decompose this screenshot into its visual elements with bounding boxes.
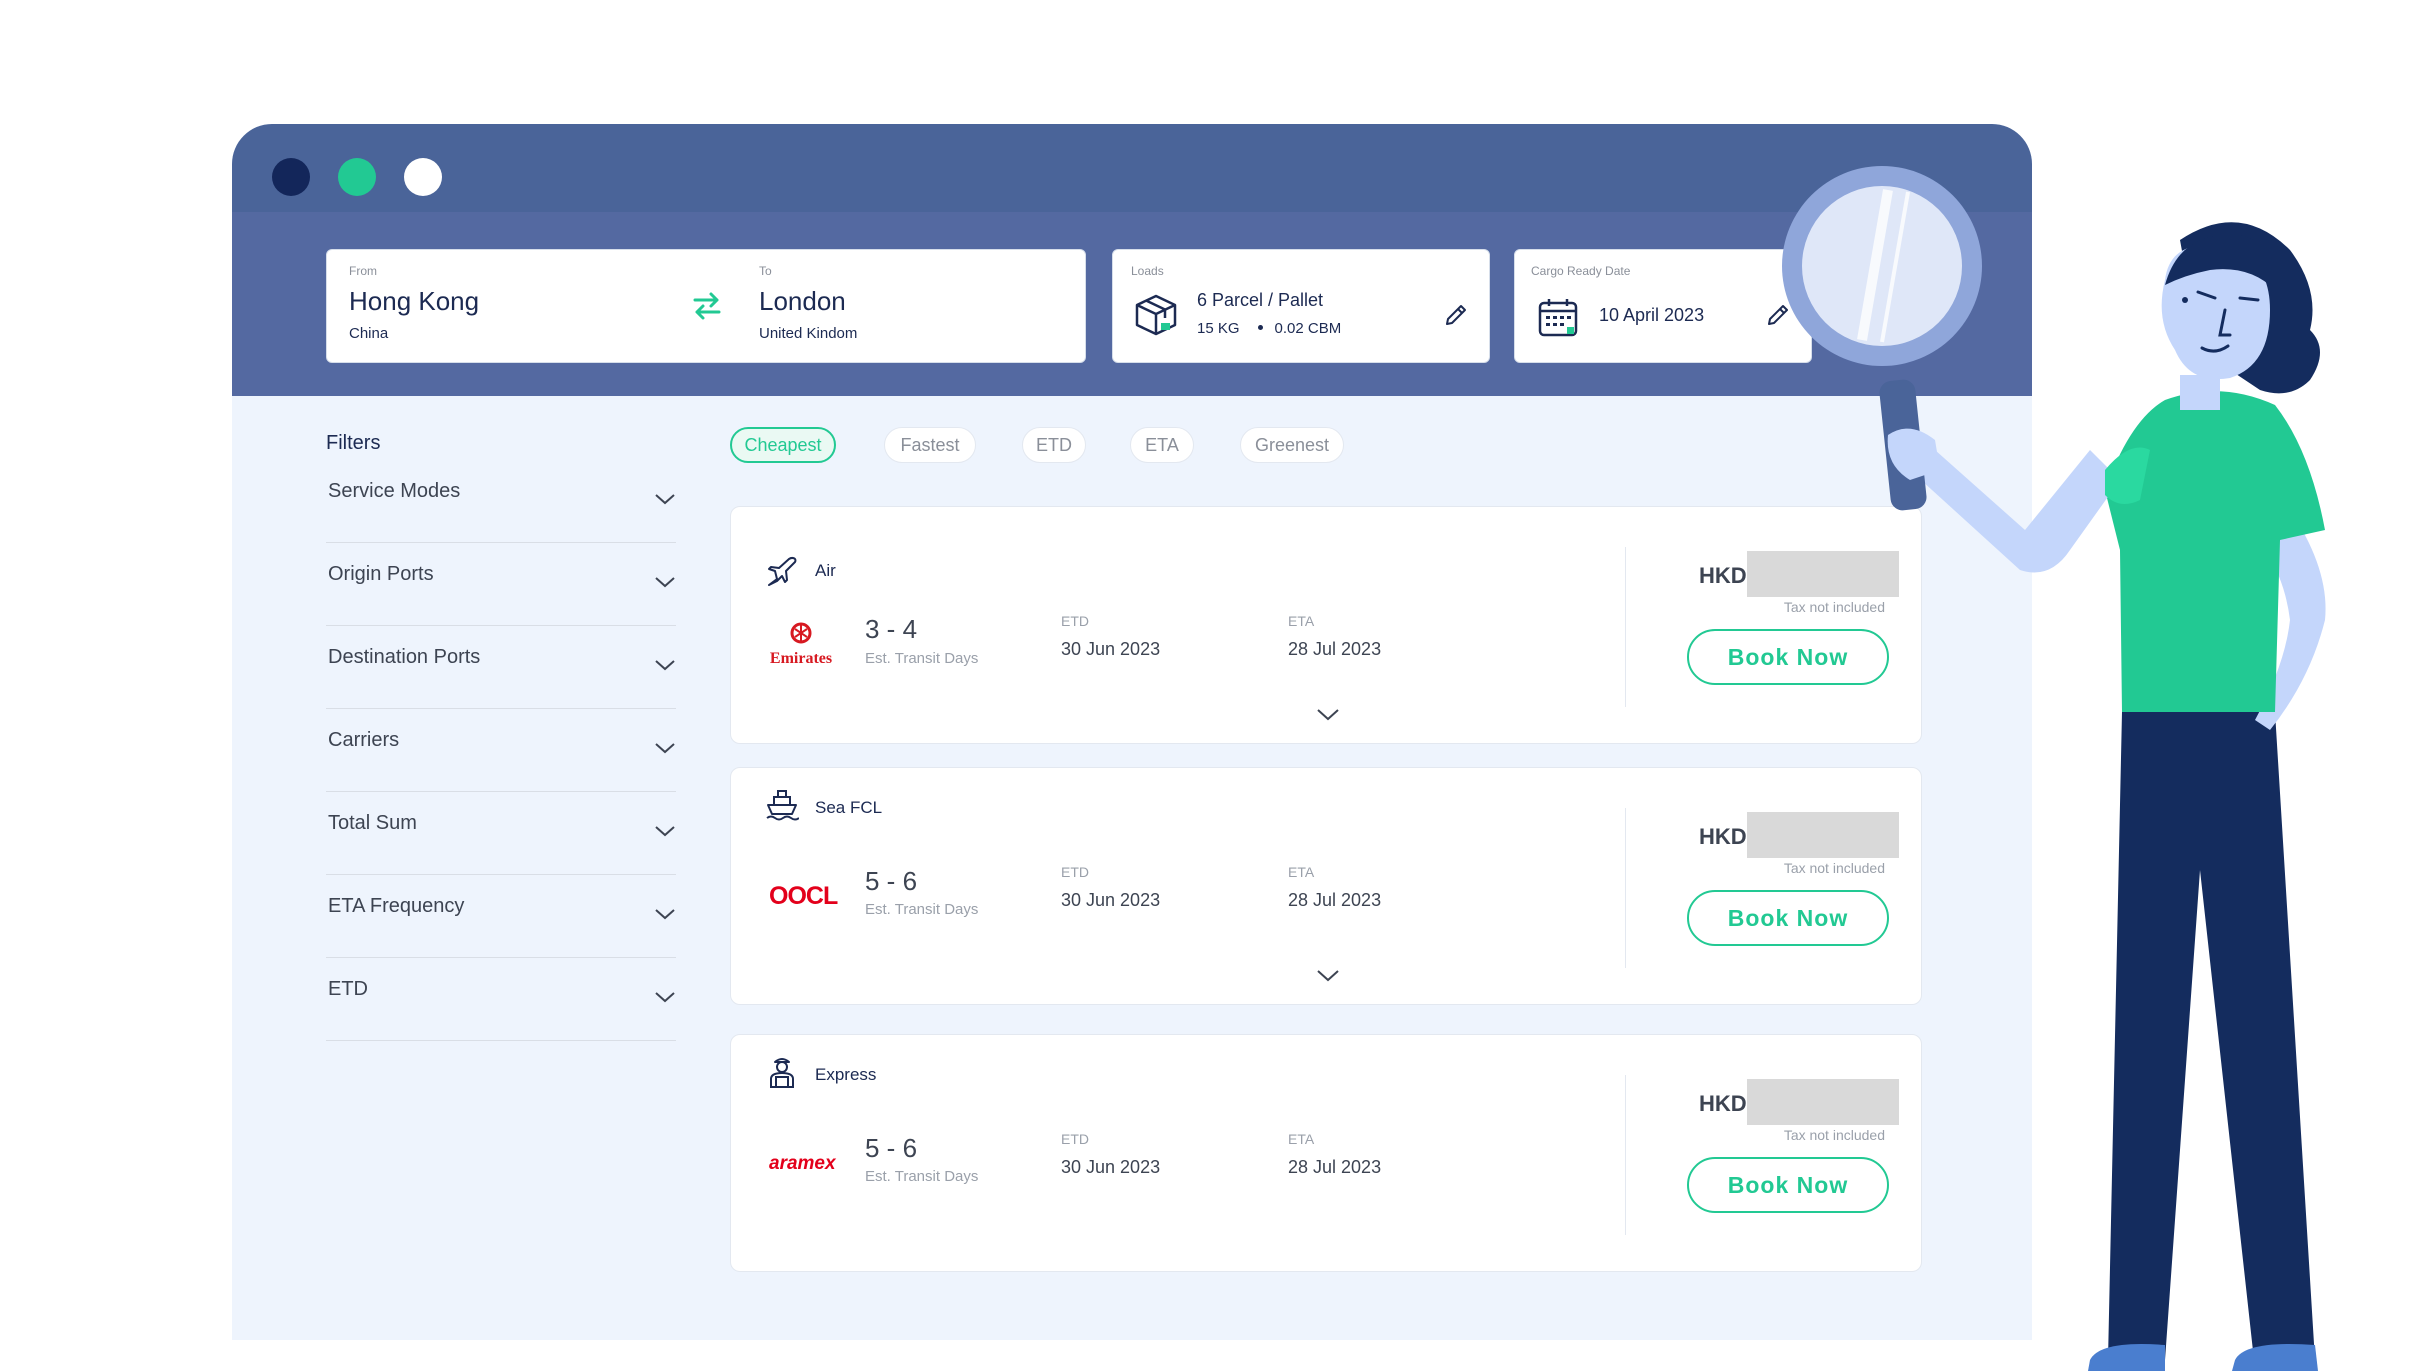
plane-icon [768,557,797,586]
chevron-down-icon[interactable] [1316,968,1340,982]
chevron-down-icon [655,992,675,1003]
currency-label: HKD [1699,1091,1747,1116]
filter-service-modes[interactable]: Service Modes [326,460,676,543]
etd-value: 30 Jun 2023 [1061,890,1161,910]
chevron-down-icon[interactable] [1316,707,1340,721]
chevron-down-icon [655,660,675,671]
eta-label: ETA [1288,1131,1315,1147]
etd-value: 30 Jun 2023 [1061,639,1161,659]
loads-card[interactable]: Loads 6 Parcel / Pallet 15 KG 0.02 CBM [1112,249,1490,363]
filter-label: Destination Ports [328,646,481,668]
mode-label: Express [815,1065,877,1084]
eta-value: 28 Jul 2023 [1288,1157,1382,1177]
person-with-magnifier-illustration [1782,166,2326,1371]
courier-icon [770,1058,794,1088]
loads-details: 15 KG 0.02 CBM [1197,320,1341,337]
etd-label: ETD [1061,864,1089,880]
filter-origin-ports[interactable]: Origin Ports [326,543,676,626]
currency-label: HKD [1699,563,1747,588]
mode-label: Sea FCL [815,798,883,817]
window-dot-maximize[interactable] [404,158,442,196]
divider [1625,547,1626,707]
result-card-air: Air Emirates 3 - 4 Est. Transit Days ETD… [730,506,1922,744]
to-country: United Kindom [759,325,858,342]
window-dot-close[interactable] [272,158,310,196]
transit-label: Est. Transit Days [865,1168,979,1185]
eta-value: 28 Jul 2023 [1288,890,1382,910]
transit-days: 5 - 6 [865,1133,918,1163]
tab-etd[interactable]: ETD [1022,427,1086,463]
loads-weight: 15 KG [1197,320,1240,337]
chevron-down-icon [655,909,675,920]
to-label: To [759,264,772,278]
transit-label: Est. Transit Days [865,901,979,918]
filter-label: Carriers [328,729,400,751]
from-country: China [349,325,389,342]
result-card-express: Express aramex 5 - 6 Est. Transit Days E… [730,1034,1922,1272]
to-city[interactable]: London [759,286,846,317]
emirates-logo: Emirates [769,619,833,671]
filter-label: ETD [328,978,368,1000]
calendar-icon [1538,299,1578,337]
from-city[interactable]: Hong Kong [349,286,479,317]
etd-label: ETD [1061,613,1089,629]
cargo-date-label: Cargo Ready Date [1531,264,1631,278]
chevron-down-icon [655,743,675,754]
tab-eta[interactable]: ETA [1130,427,1194,463]
filter-total-sum[interactable]: Total Sum [326,792,676,875]
eta-value: 28 Jul 2023 [1288,639,1382,659]
chevron-down-icon [655,826,675,837]
oocl-logo: OOCL [769,882,845,910]
edit-pencil-icon[interactable] [1443,302,1469,328]
transit-days: 3 - 4 [865,614,918,644]
swap-icon[interactable] [689,288,725,324]
loads-volume: 0.02 CBM [1274,320,1342,337]
from-label: From [349,264,377,278]
eta-label: ETA [1288,613,1315,629]
transit-label: Est. Transit Days [865,650,979,667]
box-icon [1135,294,1177,336]
filters-title: Filters [326,432,381,454]
loads-label: Loads [1131,264,1164,278]
filter-carriers[interactable]: Carriers [326,709,676,792]
filter-destination-ports[interactable]: Destination Ports [326,626,676,709]
filter-etd[interactable]: ETD [326,958,676,1041]
filter-label: Total Sum [328,812,417,834]
search-header: From Hong Kong China To London United Ki… [232,212,2032,396]
result-card-sea-fcl: Sea FCL OOCL 5 - 6 Est. Transit Days ETD… [730,767,1922,1005]
tab-cheapest[interactable]: Cheapest [730,427,836,463]
aramex-logo: aramex [769,1151,845,1177]
divider [1625,808,1626,968]
chevron-down-icon [655,494,675,505]
divider [1625,1075,1626,1235]
window-dot-minimize[interactable] [338,158,376,196]
filter-label: Service Modes [328,480,461,502]
route-card[interactable]: From Hong Kong China To London United Ki… [326,249,1086,363]
eta-label: ETA [1288,864,1315,880]
transit-days: 5 - 6 [865,866,918,896]
mode-label: Air [815,561,836,580]
chevron-down-icon [655,577,675,588]
cargo-date-card[interactable]: Cargo Ready Date 10 April 2023 [1514,249,1812,363]
filter-label: Origin Ports [328,563,434,585]
loads-summary: 6 Parcel / Pallet [1197,290,1324,310]
carrier-logo-text: Emirates [770,650,832,667]
ship-icon [766,790,799,821]
cargo-date-value: 10 April 2023 [1599,305,1705,325]
tab-greenest[interactable]: Greenest [1240,427,1344,463]
etd-label: ETD [1061,1131,1089,1147]
carrier-logo-text: OOCL [769,882,838,910]
tab-fastest[interactable]: Fastest [884,427,976,463]
app-window: From Hong Kong China To London United Ki… [232,124,2032,1340]
window-titlebar [232,124,2032,212]
carrier-logo-text: aramex [769,1153,837,1174]
filter-label: ETA Frequency [328,895,465,917]
currency-label: HKD [1699,824,1747,849]
filter-eta-frequency[interactable]: ETA Frequency [326,875,676,958]
etd-value: 30 Jun 2023 [1061,1157,1161,1177]
